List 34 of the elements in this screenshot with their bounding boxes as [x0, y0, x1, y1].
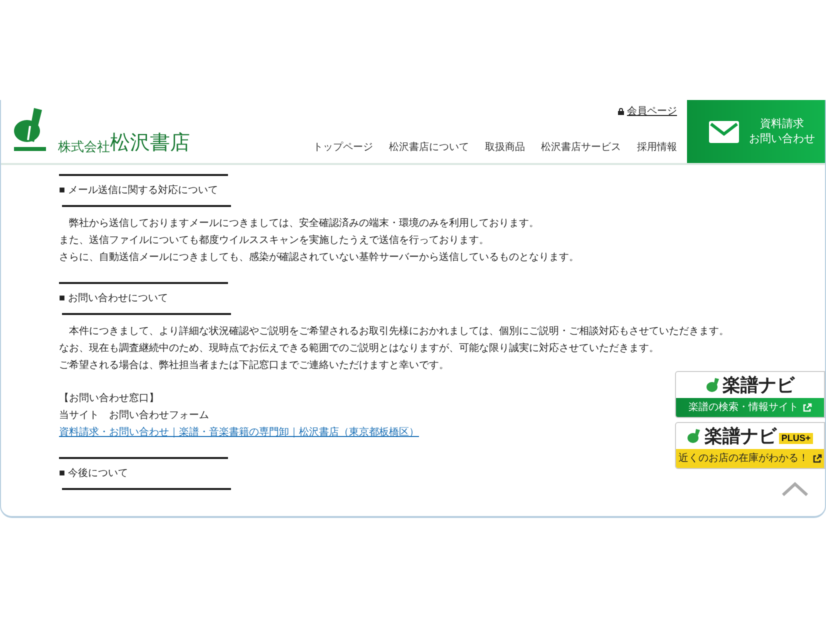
scroll-to-top-icon[interactable] [781, 481, 809, 497]
body-text: また、送信ファイルについても都度ウイルススキャンを実施したうえで送信を行っております。 [59, 234, 489, 248]
note-icon [706, 377, 720, 393]
body-text: 【お問い合わせ窓口】 [59, 392, 159, 406]
nav-link[interactable]: 採用情報 [637, 140, 677, 155]
nav-link[interactable]: 松沢書店サービス [541, 140, 621, 155]
company-name: 松沢書店 [110, 133, 190, 153]
body-text: さらに、自動送信メールにつきましても、感染が確認されていない基幹サーバーから送信しているものとなります。 [59, 250, 579, 265]
note-icon [687, 428, 702, 444]
mail-icon [709, 120, 739, 142]
external-link-icon [812, 454, 822, 463]
site-banner[interactable]: 楽譜ナビ 楽譜の検索・情報サイト [675, 371, 825, 418]
section-heading: ■ メール送信に関する対応について [59, 185, 218, 196]
lock-icon [618, 108, 624, 115]
section-heading: ■ お問い合わせについて [59, 293, 168, 304]
body-text: 弊社から送信しておりますメールにつきましては、安全確認済みの端末・環境のみを利用しております。 [68, 216, 539, 231]
nav-link[interactable]: トップページ [313, 140, 373, 155]
logo-icon [12, 106, 48, 154]
body-text: なお、現在も調査継続中のため、現時点でお伝えできる範囲でのご説明とはなりますが、可能な限り誠実に対応させていただきます。 [59, 342, 659, 356]
nav-link[interactable]: 松沢書店について [389, 140, 469, 155]
banner-title: 楽譜ナビ [722, 376, 794, 394]
nav-link[interactable]: 取扱商品 [485, 140, 525, 155]
contact-form-link[interactable]: 資料請求・お問い合わせ｜楽譜・音楽書籍の専門卸｜松沢書店（東京都板橋区） [59, 424, 419, 441]
site-banner[interactable]: 楽譜ナビ PLUS+ 近くのお店の在庫がわかる！ [675, 422, 825, 469]
body-text: ご希望される場合は、弊社担当者または下記窓口までご連絡いただけますと幸いです。 [59, 358, 449, 373]
plus-badge: PLUS+ [779, 433, 813, 444]
banner-caption: 楽譜の検索・情報サイト [688, 402, 798, 414]
banner-caption: 近くのお店の在庫がわかる！ [678, 452, 808, 464]
company-name-prefix: 株式会社 [58, 140, 110, 153]
external-link-icon [802, 403, 812, 412]
section-heading: ■ 今後について [59, 468, 128, 479]
body-text: 当サイト お問い合わせフォーム [59, 408, 209, 423]
banner-title: 楽譜ナビ [704, 427, 776, 445]
body-text: 本件につきまして、より詳細な状況確認やご説明をご希望されるお取引先様におかれましては、個別にご説明・ご相談対応もさせていただきます。 [68, 324, 729, 339]
